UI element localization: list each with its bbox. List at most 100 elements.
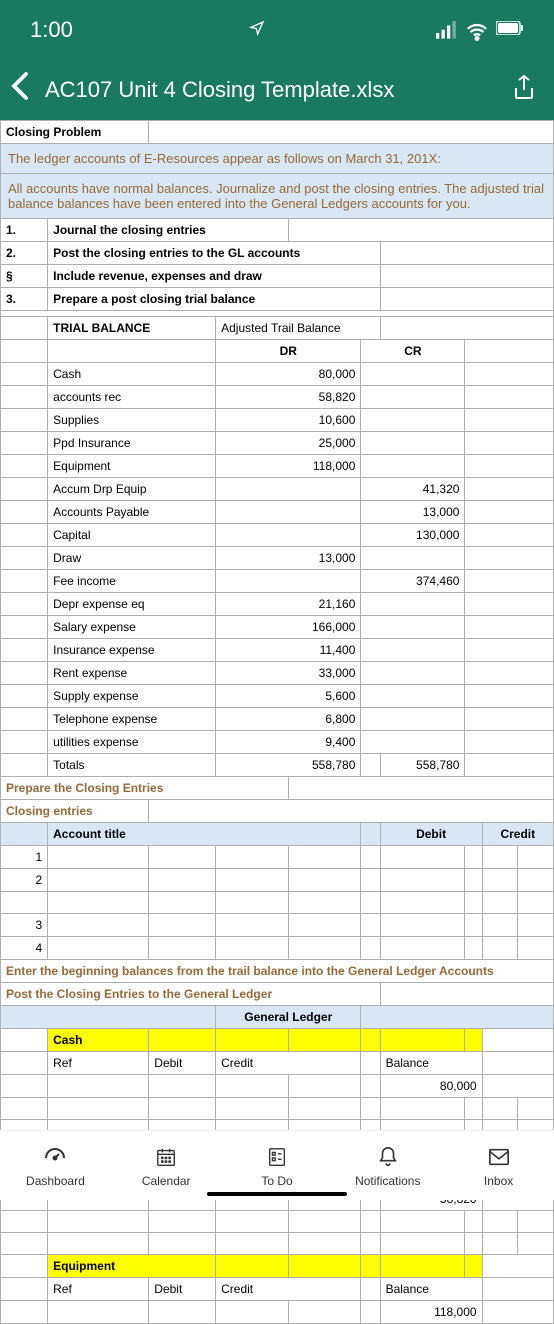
cr-value (361, 685, 465, 708)
cr-value (361, 708, 465, 731)
cr-value (361, 662, 465, 685)
account-name: Accounts Payable (48, 501, 216, 524)
dr-value (216, 570, 361, 593)
entry-num: 4 (1, 937, 48, 960)
gl-intro: Enter the beginning balances from the tr… (1, 960, 554, 983)
step-num: 1. (1, 219, 48, 242)
location-icon (249, 20, 265, 41)
ledger-account-name: Cash (48, 1029, 149, 1052)
battery-icon (496, 21, 524, 40)
account-name: Salary expense (48, 616, 216, 639)
cr-value (361, 593, 465, 616)
cr-value: 374,460 (361, 570, 465, 593)
nav-todo[interactable]: To Do (222, 1131, 333, 1200)
app-header: AC107 Unit 4 Closing Template.xlsx (0, 60, 554, 120)
dr-value: 6,800 (216, 708, 361, 731)
signal-icon (436, 21, 458, 39)
nav-notifications[interactable]: Notifications (332, 1131, 443, 1200)
sheet-tab[interactable]: Closing Problem (1, 121, 149, 144)
nav-label: Notifications (355, 1174, 420, 1188)
account-name: Equipment (48, 455, 216, 478)
account-name: utilities expense (48, 731, 216, 754)
ref-header: Ref (48, 1052, 149, 1075)
dr-value: 80,000 (216, 363, 361, 386)
dashboard-icon (42, 1144, 68, 1170)
dr-value (216, 524, 361, 547)
cr-value (361, 409, 465, 432)
dr-value: 25,000 (216, 432, 361, 455)
dr-value: 558,780 (216, 754, 361, 777)
document-title: AC107 Unit 4 Closing Template.xlsx (45, 77, 394, 103)
step-num: § (1, 265, 48, 288)
dr-value: 58,820 (216, 386, 361, 409)
credit-header: Credit (216, 1278, 361, 1301)
dr-header: DR (216, 340, 361, 363)
home-indicator[interactable] (207, 1192, 347, 1196)
step-text: Prepare a post closing trial balance (48, 288, 380, 311)
calendar-icon (153, 1144, 179, 1170)
account-name: Capital (48, 524, 216, 547)
nav-inbox[interactable]: Inbox (443, 1131, 554, 1200)
account-name: Fee income (48, 570, 216, 593)
account-name: Insurance expense (48, 639, 216, 662)
entry-num: 3 (1, 914, 48, 937)
cr-value (361, 547, 465, 570)
dr-value: 166,000 (216, 616, 361, 639)
share-button[interactable] (512, 74, 536, 107)
debit-header: Debit (380, 823, 482, 846)
bell-icon (375, 1144, 401, 1170)
nav-label: Calendar (142, 1174, 191, 1188)
account-name: Rent expense (48, 662, 216, 685)
balance-header: Balance (380, 1278, 482, 1301)
adjusted-tb-header: Adjusted Trail Balance (216, 317, 380, 340)
nav-label: To Do (261, 1174, 292, 1188)
todo-icon (264, 1144, 290, 1170)
cr-value (361, 363, 465, 386)
credit-header: Credit (482, 823, 553, 846)
nav-dashboard[interactable]: Dashboard (0, 1131, 111, 1200)
general-ledger-header: General Ledger (216, 1006, 361, 1029)
entry-num: 2 (1, 869, 48, 892)
balance-header: Balance (380, 1052, 482, 1075)
account-name: accounts rec (48, 386, 216, 409)
balance-value: 118,000 (380, 1301, 482, 1324)
intro-text-1: The ledger accounts of E-Resources appea… (1, 144, 554, 174)
ledger-account-name: Equipment (48, 1255, 216, 1278)
trial-balance-header: TRIAL BALANCE (48, 317, 216, 340)
status-time: 1:00 (30, 17, 73, 43)
nav-calendar[interactable]: Calendar (111, 1131, 222, 1200)
entry-num: 1 (1, 846, 48, 869)
account-name: Depr expense eq (48, 593, 216, 616)
dr-value (216, 501, 361, 524)
dr-value: 33,000 (216, 662, 361, 685)
cr-value (361, 731, 465, 754)
dr-value: 9,400 (216, 731, 361, 754)
cr-header: CR (361, 340, 465, 363)
cr-value (361, 455, 465, 478)
status-bar: 1:00 (0, 0, 554, 60)
balance-value: 80,000 (380, 1075, 482, 1098)
debit-header: Debit (149, 1278, 216, 1301)
nav-label: Dashboard (26, 1174, 85, 1188)
dr-value: 5,600 (216, 685, 361, 708)
dr-value: 21,160 (216, 593, 361, 616)
step-text: Post the closing entries to the GL accou… (48, 242, 380, 265)
wifi-icon (466, 21, 488, 39)
bottom-nav: Dashboard Calendar To Do Notifications I… (0, 1130, 554, 1200)
cr-value (361, 616, 465, 639)
cr-value (361, 432, 465, 455)
cr-value (361, 639, 465, 662)
step-num: 3. (1, 288, 48, 311)
closing-entries-header: Prepare the Closing Entries (1, 777, 289, 800)
dr-value (216, 478, 361, 501)
account-name: Supplies (48, 409, 216, 432)
closing-entries-label: Closing entries (1, 800, 149, 823)
account-name: Supply expense (48, 685, 216, 708)
account-name: Cash (48, 363, 216, 386)
step-text: Include revenue, expenses and draw (48, 265, 380, 288)
step-text: Journal the closing entries (48, 219, 289, 242)
account-name: Ppd Insurance (48, 432, 216, 455)
account-name: Totals (48, 754, 216, 777)
back-button[interactable] (10, 71, 30, 109)
cr-value: 130,000 (361, 524, 465, 547)
